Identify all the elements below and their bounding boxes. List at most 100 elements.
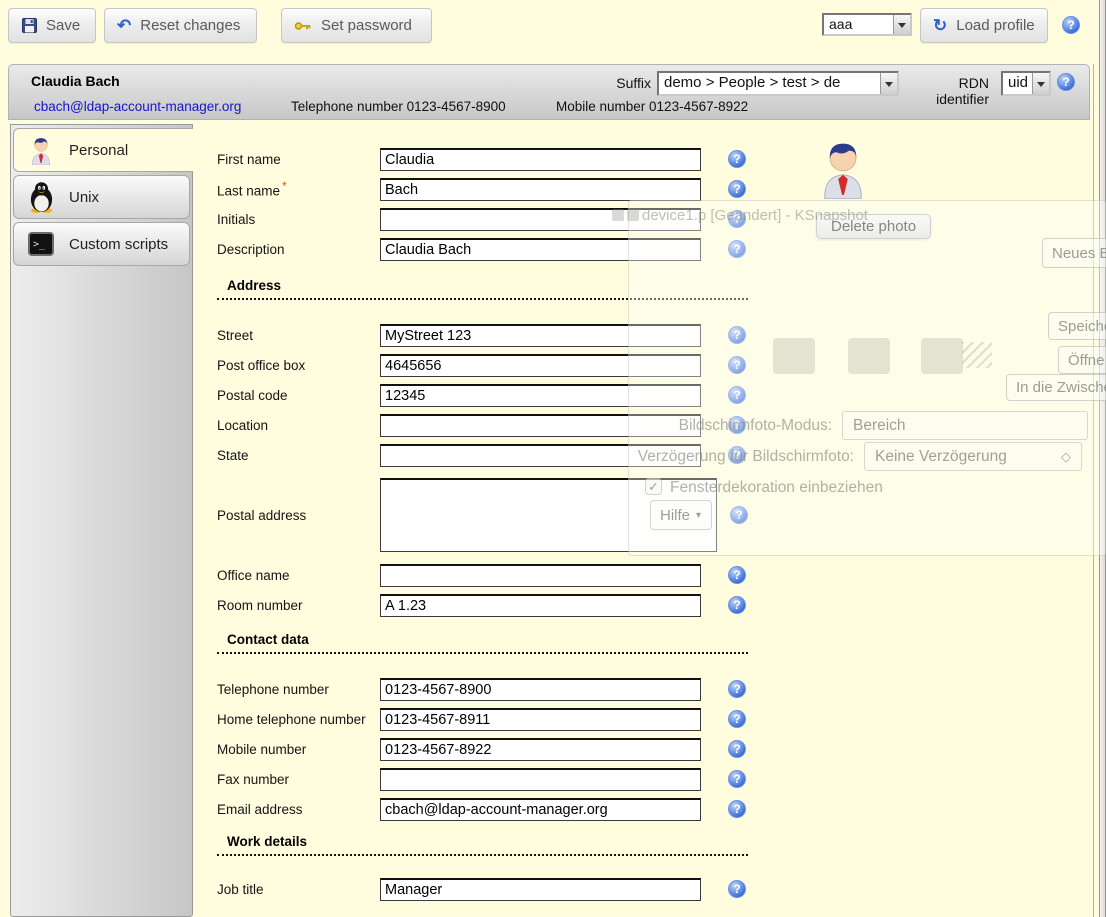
help-icon[interactable] xyxy=(728,680,746,698)
tab-personal-label: Personal xyxy=(69,142,128,159)
field-label: State xyxy=(217,448,380,463)
mobile-number-input[interactable] xyxy=(380,738,701,761)
profile-select[interactable]: aaa xyxy=(822,13,912,36)
set-password-button[interactable]: Set password xyxy=(281,8,432,43)
last-name-input[interactable] xyxy=(380,178,701,201)
location-input[interactable] xyxy=(380,414,701,437)
vertical-scrollbar[interactable] xyxy=(1099,0,1106,917)
fax-number-input[interactable] xyxy=(380,768,701,791)
form-row: Telephone number xyxy=(217,674,757,704)
page-right-border xyxy=(1093,64,1094,917)
help-icon[interactable] xyxy=(728,150,746,168)
form-row: First name xyxy=(217,144,757,174)
help-icon[interactable] xyxy=(730,506,748,524)
home-telephone-input[interactable] xyxy=(380,708,701,731)
field-label: Postal address xyxy=(217,508,380,523)
email-address-input[interactable] xyxy=(380,798,701,821)
help-icon[interactable] xyxy=(728,240,746,258)
ghost-thumbnail xyxy=(773,338,815,374)
job-title-input[interactable] xyxy=(380,878,701,901)
section-heading-contact-data: Contact data xyxy=(217,632,748,654)
initials-input[interactable] xyxy=(380,208,701,231)
field-label: Last name xyxy=(217,184,280,199)
field-label: Location xyxy=(217,418,380,433)
suffix-select-value: demo > People > test > de xyxy=(659,73,880,94)
user-photo xyxy=(820,137,866,204)
suffix-select[interactable]: demo > People > test > de xyxy=(657,71,899,96)
help-icon[interactable] xyxy=(1057,73,1075,91)
field-label: Email address xyxy=(217,802,380,817)
field-label: Street xyxy=(217,328,380,343)
street-input[interactable] xyxy=(380,324,701,347)
form-row: Postal address xyxy=(217,470,757,560)
account-email-link[interactable]: cbach@ldap-account-manager.org xyxy=(34,99,241,114)
first-name-input[interactable] xyxy=(380,148,701,171)
person-icon xyxy=(26,134,56,166)
ghost-thumbnail xyxy=(921,338,963,374)
help-icon[interactable] xyxy=(728,710,746,728)
help-icon[interactable] xyxy=(728,326,746,344)
form-row: Post office box xyxy=(217,350,757,380)
personal-tab-form: First name Last name* Initials Descripti… xyxy=(217,144,757,904)
help-icon[interactable] xyxy=(728,416,746,434)
set-password-label: Set password xyxy=(321,17,412,34)
telephone-number-input[interactable] xyxy=(380,678,701,701)
dropdown-arrow-icon xyxy=(1032,73,1049,94)
help-icon[interactable] xyxy=(728,770,746,788)
reset-changes-button[interactable]: ↶ Reset changes xyxy=(104,8,257,43)
section-heading-work-details: Work details xyxy=(217,834,748,856)
tab-custom-scripts[interactable]: >_ Custom scripts xyxy=(13,222,190,266)
field-label: Job title xyxy=(217,882,380,897)
field-label: Post office box xyxy=(217,358,380,373)
field-label: Initials xyxy=(217,212,380,227)
field-label: Description xyxy=(217,242,380,257)
save-button[interactable]: Save xyxy=(8,8,96,43)
help-icon[interactable] xyxy=(728,446,746,464)
rdn-select-value: uid xyxy=(1003,73,1032,94)
account-header-bar: Claudia Bach Suffix demo > People > test… xyxy=(8,64,1090,120)
office-name-input[interactable] xyxy=(380,564,701,587)
delete-photo-button[interactable]: Delete photo xyxy=(816,214,931,239)
svg-text:>_: >_ xyxy=(33,239,46,250)
load-profile-label: Load profile xyxy=(956,17,1034,34)
state-input[interactable] xyxy=(380,444,701,467)
rdn-identifier-select[interactable]: uid xyxy=(1001,71,1051,96)
help-icon[interactable] xyxy=(728,596,746,614)
account-telephone-text: Telephone number 0123-4567-8900 xyxy=(291,99,506,114)
reload-circle-icon: ↻ xyxy=(933,17,947,34)
form-row: Description xyxy=(217,234,757,264)
form-row: Office name xyxy=(217,560,757,590)
postal-address-textarea[interactable] xyxy=(380,478,717,552)
postal-code-input[interactable] xyxy=(380,384,701,407)
load-profile-button[interactable]: ↻ Load profile xyxy=(920,8,1048,43)
form-row: Fax number xyxy=(217,764,757,794)
profile-select-value: aaa xyxy=(824,15,893,34)
help-icon[interactable] xyxy=(728,800,746,818)
suffix-label: Suffix xyxy=(569,75,651,91)
floppy-disk-icon xyxy=(21,18,37,34)
ghost-save-button: Speicher xyxy=(1048,312,1106,340)
help-icon[interactable] xyxy=(728,386,746,404)
form-row: Last name* xyxy=(217,174,757,204)
room-number-input[interactable] xyxy=(380,594,701,617)
lam-account-edit-page: Save ↶ Reset changes Set password aaa ↻ … xyxy=(0,0,1106,917)
form-row: Email address xyxy=(217,794,757,824)
ghost-copy-clipboard-button: In die Zwische xyxy=(1006,374,1106,401)
tab-unix[interactable]: Unix xyxy=(13,175,190,219)
description-input[interactable] xyxy=(380,238,701,261)
form-row: Street xyxy=(217,320,757,350)
help-icon[interactable] xyxy=(728,210,746,228)
help-icon[interactable] xyxy=(728,356,746,374)
help-icon[interactable] xyxy=(728,740,746,758)
form-row: Postal code xyxy=(217,380,757,410)
help-icon[interactable] xyxy=(1062,16,1080,34)
help-icon[interactable] xyxy=(728,180,746,198)
rdn-identifier-label: RDN identifier xyxy=(903,75,989,107)
tab-personal[interactable]: Personal xyxy=(13,128,193,172)
field-label: Mobile number xyxy=(217,742,380,757)
field-label: Telephone number xyxy=(217,682,380,697)
help-icon[interactable] xyxy=(728,566,746,584)
post-office-box-input[interactable] xyxy=(380,354,701,377)
help-icon[interactable] xyxy=(728,880,746,898)
field-label: First name xyxy=(217,152,380,167)
